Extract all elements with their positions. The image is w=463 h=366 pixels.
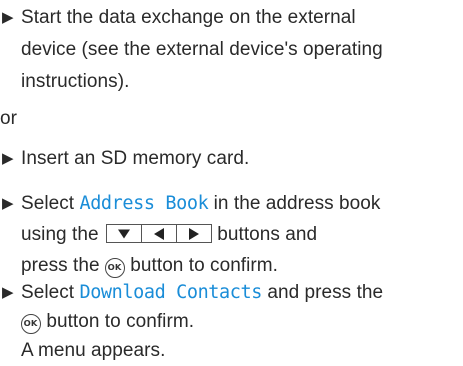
bullet-icon: ▶ [2,150,14,167]
step3-confirm-text: button to confirm. [130,255,278,276]
ok-button-icon: OK [104,258,125,278]
bullet-icon: ▶ [2,9,14,26]
step3-press-text: press the [21,255,100,276]
download-contacts-term: Download Contacts [79,282,262,303]
arrow-key-group [105,220,212,250]
step2-line1: Insert an SD memory card. [21,148,250,169]
right-arrow-key-icon [175,224,212,243]
ok-button-icon: OK [21,314,41,334]
step3-line3: press the OK button to confirm. [21,251,278,281]
bullet-icon: ▶ [2,284,14,301]
instruction-page: ▶ Start the data exchange on the externa… [0,0,463,366]
step1-line3: instructions). [21,71,130,92]
address-book-term: Address Book [79,193,209,214]
step3-line2: using the buttons and [21,220,317,250]
step4-line1-rest: and press the [267,282,384,303]
step4-result: A menu appears. [21,340,166,361]
step4-confirm-text: button to confirm. [46,311,195,332]
step3-buttons-text: buttons and [217,224,318,245]
step4-line2: OK button to confirm. [21,307,194,337]
step3-using-text: using the [21,224,99,245]
step4-line1: Select Download Contacts and press the [21,278,383,308]
bullet-icon: ▶ [2,195,14,212]
step3-select-text: Select [21,193,75,214]
step4-select-text: Select [21,282,75,303]
step1-line1: Start the data exchange on the external [21,7,356,28]
step3-line1: Select Address Book in the address book [21,189,380,219]
or-separator: or [0,108,17,129]
left-arrow-key-icon [140,224,177,243]
step1-line2: device (see the external device's operat… [21,39,383,60]
step3-line1-rest: in the address book [213,193,381,214]
down-arrow-key-icon [105,224,142,243]
